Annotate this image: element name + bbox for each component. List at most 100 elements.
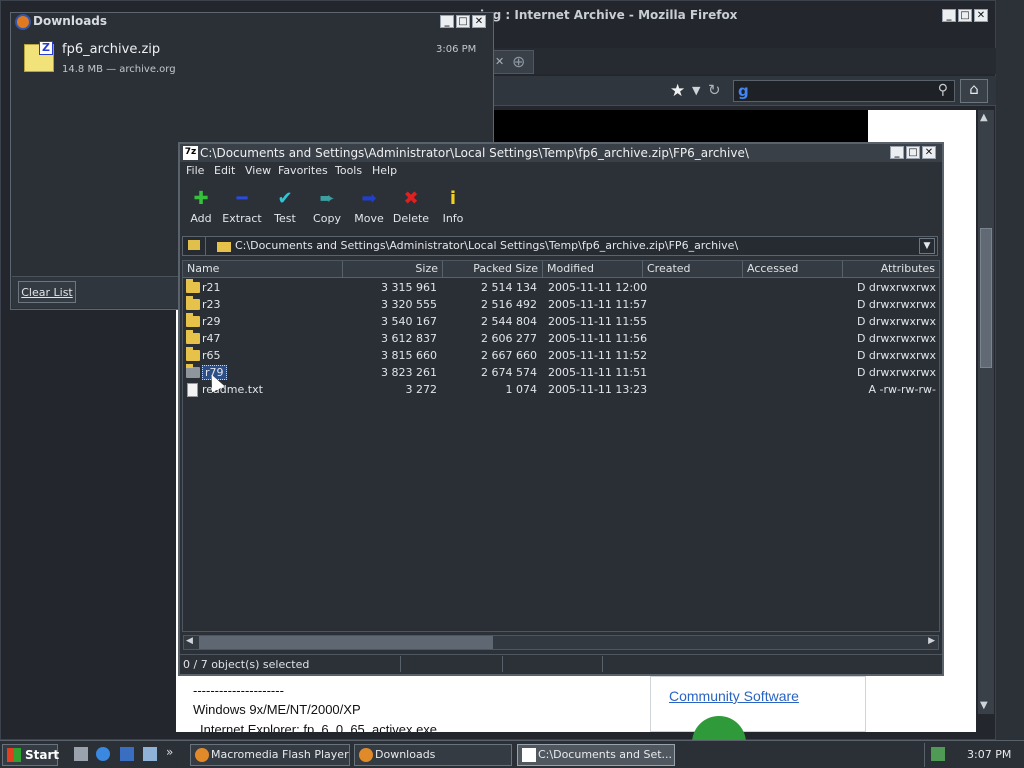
- windows-logo-icon: [7, 748, 21, 762]
- folder-icon: [186, 364, 200, 378]
- col-packed-size[interactable]: Packed Size: [443, 261, 543, 278]
- menu-view[interactable]: View: [245, 164, 271, 177]
- row-attributes: D drwxrwxrwx: [856, 315, 936, 328]
- up-folder-icon[interactable]: [184, 237, 206, 255]
- download-filename: fp6_archive.zip: [62, 42, 161, 57]
- sevenzip-window-controls: _ □ ✕: [890, 146, 936, 159]
- status-bar: 0 / 7 object(s) selected: [180, 654, 942, 674]
- scroll-up-arrow-icon[interactable]: ▲: [980, 112, 988, 123]
- menu-file[interactable]: File: [186, 164, 204, 177]
- show-desktop-icon[interactable]: [74, 747, 88, 761]
- tab-strip: [492, 48, 996, 74]
- task-flash-player[interactable]: Macromedia Flash Player ...: [190, 744, 350, 766]
- quicklaunch-overflow-icon[interactable]: »: [166, 745, 173, 759]
- copy-button[interactable]: ➨ Copy: [305, 188, 349, 225]
- menu-tools[interactable]: Tools: [335, 164, 362, 177]
- firefox-icon: [195, 748, 209, 762]
- search-icon[interactable]: ⚲: [938, 82, 948, 98]
- row-size: 3 612 837: [381, 332, 437, 345]
- table-row[interactable]: r21 3 315 961 2 514 134 2005-11-11 12:00…: [183, 279, 939, 297]
- start-button[interactable]: Start: [2, 744, 59, 766]
- row-size: 3 540 167: [381, 315, 437, 328]
- scroll-down-arrow-icon[interactable]: ▼: [980, 700, 988, 711]
- close-button[interactable]: ✕: [472, 15, 486, 28]
- home-icon[interactable]: ⌂: [960, 79, 988, 103]
- scroll-right-arrow-icon[interactable]: ▶: [928, 636, 935, 646]
- ie-icon[interactable]: [96, 747, 110, 761]
- row-modified: 2005-11-11 13:23: [548, 383, 648, 396]
- minimize-button[interactable]: _: [942, 9, 956, 22]
- sevenzip-app-icon: [522, 748, 536, 762]
- menu-help[interactable]: Help: [372, 164, 397, 177]
- community-software-link[interactable]: Community Software: [669, 688, 799, 704]
- info-button[interactable]: i Info: [431, 188, 475, 225]
- row-modified: 2005-11-11 11:55: [548, 315, 648, 328]
- col-size[interactable]: Size: [343, 261, 443, 278]
- page-scroll-thumb[interactable]: [980, 228, 992, 368]
- minimize-button[interactable]: _: [440, 15, 454, 28]
- test-button[interactable]: ✔ Test: [263, 188, 307, 225]
- table-row[interactable]: readme.txt 3 272 1 074 2005-11-11 13:23 …: [183, 382, 939, 399]
- network-icon[interactable]: [931, 747, 945, 761]
- table-row[interactable]: r29 3 540 167 2 544 804 2005-11-11 11:55…: [183, 313, 939, 331]
- row-packed: 1 074: [505, 383, 538, 396]
- reload-icon[interactable]: ↻: [708, 81, 721, 99]
- address-bar[interactable]: C:\Documents and Settings\Administrator\…: [182, 236, 938, 256]
- col-created[interactable]: Created: [643, 261, 743, 278]
- maximize-button[interactable]: □: [906, 146, 920, 159]
- row-attributes: D drwxrwxrwx: [856, 298, 936, 311]
- status-divider: [400, 656, 401, 672]
- row-modified: 2005-11-11 11:51: [548, 366, 648, 379]
- outlook-icon[interactable]: [120, 747, 134, 761]
- status-divider: [502, 656, 503, 672]
- task-sevenzip[interactable]: C:\Documents and Set...: [517, 744, 675, 766]
- extract-button[interactable]: ━ Extract: [220, 188, 264, 225]
- bookmark-star-icon[interactable]: ★: [670, 81, 685, 101]
- row-modified: 2005-11-11 12:00: [548, 281, 648, 294]
- col-modified[interactable]: Modified: [543, 261, 643, 278]
- move-button[interactable]: ➡ Move: [347, 188, 391, 225]
- row-name: r21: [202, 281, 221, 294]
- search-input[interactable]: g ⚲: [733, 80, 955, 102]
- folder-icon: [217, 242, 231, 252]
- table-row[interactable]: r65 3 815 660 2 667 660 2005-11-11 11:52…: [183, 347, 939, 365]
- col-name[interactable]: Name: [183, 261, 343, 278]
- add-button[interactable]: ✚ Add: [179, 188, 223, 225]
- close-button[interactable]: ✕: [922, 146, 936, 159]
- col-attributes[interactable]: Attributes: [843, 261, 939, 278]
- check-icon: ✔: [277, 188, 293, 209]
- task-downloads[interactable]: Downloads: [354, 744, 512, 766]
- row-attributes: D drwxrwxrwx: [856, 349, 936, 362]
- clear-list-button[interactable]: Clear List: [18, 281, 76, 303]
- address-dropdown-icon[interactable]: ▼: [919, 238, 935, 254]
- horizontal-scroll-thumb[interactable]: [199, 636, 493, 649]
- maximize-button[interactable]: □: [456, 15, 470, 28]
- page-scrollbar[interactable]: [978, 110, 994, 714]
- folder-icon: [186, 279, 200, 293]
- row-attributes: A -rw-rw-rw-: [868, 383, 936, 396]
- info-icon: i: [449, 188, 457, 209]
- col-accessed[interactable]: Accessed: [743, 261, 843, 278]
- row-name: r47: [202, 332, 221, 345]
- minimize-button[interactable]: _: [890, 146, 904, 159]
- table-row[interactable]: r79 3 823 261 2 674 574 2005-11-11 11:51…: [183, 364, 939, 382]
- menu-favorites[interactable]: Favorites: [278, 164, 328, 177]
- table-row[interactable]: r47 3 612 837 2 606 277 2005-11-11 11:56…: [183, 330, 939, 348]
- download-item[interactable]: Z fp6_archive.zip 14.8 MB — archive.org …: [16, 38, 486, 86]
- folder-icon: [186, 296, 200, 310]
- explorer-icon[interactable]: [143, 747, 157, 761]
- dropdown-arrow-icon[interactable]: ▼: [692, 84, 700, 97]
- page-dashes: ---------------------: [193, 683, 284, 698]
- maximize-button[interactable]: □: [958, 9, 972, 22]
- folder-icon: [186, 347, 200, 361]
- menu-edit[interactable]: Edit: [214, 164, 235, 177]
- new-tab-icon[interactable]: ⊕: [512, 52, 525, 71]
- table-row[interactable]: r23 3 320 555 2 516 492 2005-11-11 11:57…: [183, 296, 939, 314]
- scroll-left-arrow-icon[interactable]: ◀: [186, 636, 193, 646]
- downloads-title: Downloads: [33, 14, 108, 28]
- close-button[interactable]: ✕: [974, 9, 988, 22]
- row-attributes: D drwxrwxrwx: [856, 366, 936, 379]
- row-size: 3 272: [405, 383, 438, 396]
- flash-banner: [494, 110, 868, 144]
- delete-button[interactable]: ✖ Delete: [389, 188, 433, 225]
